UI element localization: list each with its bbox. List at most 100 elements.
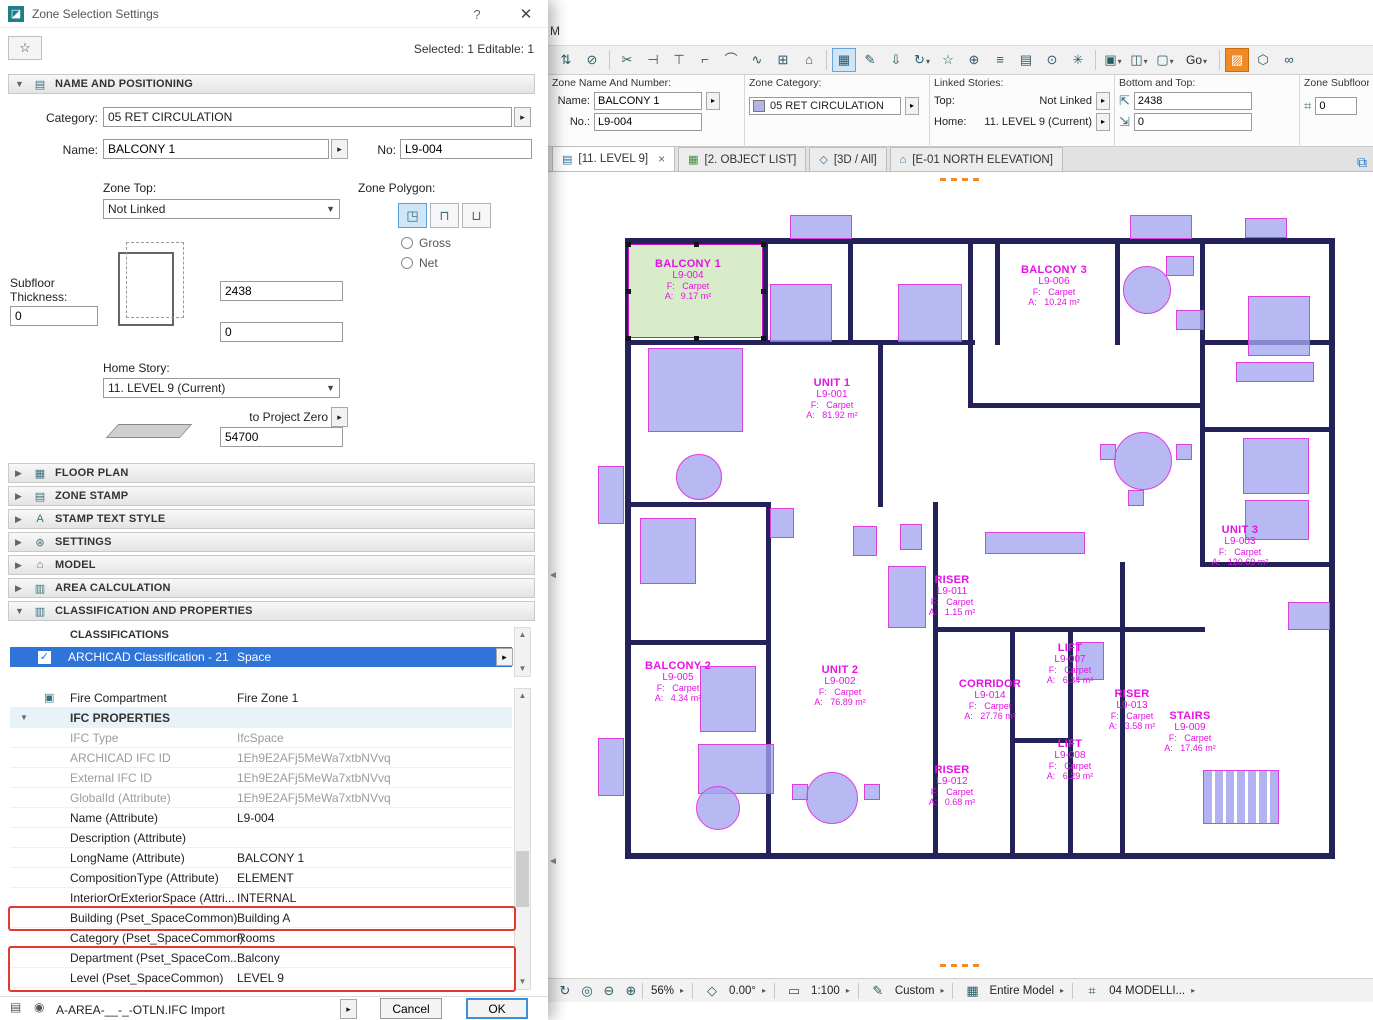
section-floor-plan[interactable]: ▶ ▦ FLOOR PLAN bbox=[8, 463, 535, 483]
section-classification-and-properties[interactable]: ▼ ▥ CLASSIFICATION AND PROPERTIES bbox=[8, 601, 535, 621]
ifc-properties-header[interactable]: ▼ IFC PROPERTIES bbox=[10, 708, 512, 728]
zone-stamp-l9-006[interactable]: BALCONY 3 L9-006 F: Carpet A: 10.24 m² bbox=[998, 264, 1110, 307]
tab-2-object-list[interactable]: ▦ [2. OBJECT LIST] bbox=[678, 147, 806, 171]
tab-close-icon[interactable]: × bbox=[658, 152, 665, 166]
property-row-6[interactable]: LongName (Attribute) BALCONY 1 bbox=[10, 848, 512, 868]
zone-bottom-offset-input[interactable] bbox=[220, 322, 343, 342]
orientation-control[interactable]: ◇ 0.00°▸ bbox=[693, 983, 774, 999]
stretch-icon[interactable]: ⊞ bbox=[771, 48, 795, 72]
panel-collapse-handle[interactable]: ◄ bbox=[548, 856, 558, 867]
floor-plan-canvas[interactable]: ◄ ◄ BALCONY 1 L9-004 F: Carpet A: 9.17 m… bbox=[548, 172, 1373, 978]
zone-stamp-l9-008[interactable]: LIFT L9-008 F: Carpet A: 6.29 m² bbox=[1014, 738, 1126, 781]
classification-checkbox[interactable]: ✓ bbox=[38, 651, 51, 664]
zone-stamp-l9-011[interactable]: RISER L9-011 F: Carpet A: 1.15 m² bbox=[896, 574, 1008, 617]
align-icon[interactable]: ≡ bbox=[988, 48, 1012, 72]
hyperlink-icon[interactable]: ∞ bbox=[1277, 48, 1301, 72]
zone-stamp-l9-003[interactable]: UNIT 3 L9-003 F: Carpet A: 120.69 m² bbox=[1184, 524, 1296, 567]
quick-options-icon[interactable]: ⧉ bbox=[1357, 154, 1367, 171]
infobox-home-link[interactable]: 11. LEVEL 9 (Current) bbox=[974, 116, 1092, 128]
zone-name-flyout-button[interactable]: ▸ bbox=[331, 139, 348, 159]
infobox-zone-name-input[interactable] bbox=[594, 92, 702, 110]
infobox-home-flyout-button[interactable]: ▸ bbox=[1096, 113, 1110, 131]
property-row-1[interactable]: ARCHICAD IFC ID 1Eh9E2AFj5MeWa7xtbNVvq bbox=[10, 748, 512, 768]
property-row-11[interactable]: Department (Pset_SpaceCom... Balcony bbox=[10, 948, 512, 968]
pen-set-control[interactable]: ✎ Custom▸ bbox=[859, 983, 953, 999]
intersect-icon[interactable]: ⌐ bbox=[693, 48, 717, 72]
zoom-tool-icon[interactable]: ◎ bbox=[576, 983, 598, 999]
property-row-3[interactable]: GlobalId (Attribute) 1Eh9E2AFj5MeWa7xtbN… bbox=[10, 788, 512, 808]
zone-polygon-top-button[interactable]: ⊓ bbox=[430, 203, 459, 228]
annotate-icon[interactable]: ⊙ bbox=[1040, 48, 1064, 72]
panel-collapse-handle[interactable]: ◄ bbox=[548, 570, 558, 581]
zone-stamp-l9-004[interactable]: BALCONY 1 L9-004 F: Carpet A: 9.17 m² bbox=[632, 258, 744, 301]
trace-reference-icon[interactable]: ▨ bbox=[1225, 48, 1249, 72]
selection-handle[interactable] bbox=[761, 242, 766, 247]
scroll-up-icon[interactable]: ▲ bbox=[515, 628, 530, 642]
zoom-in-icon[interactable]: ⊕ bbox=[620, 983, 642, 999]
marquee-selection-icon[interactable]: ▦ bbox=[832, 48, 856, 72]
section-name-and-positioning[interactable]: ▼ ▤ NAME AND POSITIONING bbox=[8, 74, 535, 94]
morph-icon[interactable]: ⌂ bbox=[797, 48, 821, 72]
cancel-button[interactable]: Cancel bbox=[380, 998, 442, 1019]
property-row-12[interactable]: Level (Pset_SpaceCommon) LEVEL 9 bbox=[10, 968, 512, 988]
zone-top-offset-input[interactable] bbox=[220, 281, 343, 301]
subfloor-thickness-input[interactable] bbox=[10, 306, 98, 326]
gross-radio-row[interactable]: Gross bbox=[401, 236, 451, 250]
property-row-9[interactable]: Building (Pset_SpaceCommon) Building A bbox=[10, 908, 512, 928]
category-combo[interactable]: 05 RET CIRCULATION bbox=[103, 107, 512, 127]
zone-stamp-l9-001[interactable]: UNIT 1 L9-001 F: Carpet A: 81.92 m² bbox=[776, 377, 888, 420]
selection-handle[interactable] bbox=[626, 289, 631, 294]
properties-scrollbar[interactable]: ▲ ▼ bbox=[514, 688, 531, 990]
zone-stamp-l9-009[interactable]: STAIRS L9-009 F: Carpet A: 17.46 m² bbox=[1134, 710, 1246, 753]
layout-book-icon[interactable]: ◫▾ bbox=[1127, 48, 1151, 72]
infobox-top-link[interactable]: Not Linked bbox=[974, 95, 1092, 107]
renumber-elements-icon[interactable]: ⇅ bbox=[554, 48, 578, 72]
tab-e-01-north-elevation[interactable]: ⌂ [E-01 NORTH ELEVATION] bbox=[890, 147, 1063, 171]
infobox-zone-number-input[interactable] bbox=[594, 113, 702, 131]
classification-flyout-button[interactable]: ▸ bbox=[496, 648, 513, 666]
element-info-icon[interactable]: ▤ bbox=[1014, 48, 1038, 72]
property-row-7[interactable]: CompositionType (Attribute) ELEMENT bbox=[10, 868, 512, 888]
inject-parameters-icon[interactable]: ⇩ bbox=[884, 48, 908, 72]
close-button[interactable]: ✕ bbox=[508, 2, 544, 26]
refresh-view-icon[interactable]: ↻ bbox=[554, 983, 576, 999]
property-row-fire-compartment[interactable]: ▣ Fire Compartment Fire Zone 1 bbox=[10, 688, 512, 708]
help-button[interactable]: ? bbox=[462, 2, 492, 26]
section-area-calculation[interactable]: ▶ ▥ AREA CALCULATION bbox=[8, 578, 535, 598]
property-row-2[interactable]: External IFC ID 1Eh9E2AFj5MeWa7xtbNVvq bbox=[10, 768, 512, 788]
property-row-4[interactable]: Name (Attribute) L9-004 bbox=[10, 808, 512, 828]
rotate-icon[interactable]: ↻▾ bbox=[910, 48, 934, 72]
property-row-10[interactable]: Category (Pset_SpaceCommon) Rooms bbox=[10, 928, 512, 948]
tab-11-level-9[interactable]: ▤ [11. LEVEL 9]× bbox=[552, 146, 675, 171]
zone-number-input[interactable] bbox=[400, 139, 532, 159]
selection-handle[interactable] bbox=[761, 336, 766, 341]
favorites-icon[interactable]: ☆ bbox=[936, 48, 960, 72]
section-settings[interactable]: ▶ ⊛ SETTINGS bbox=[8, 532, 535, 552]
zone-stamp-l9-007[interactable]: LIFT L9-007 F: Carpet A: 6.34 m² bbox=[1014, 642, 1126, 685]
zone-stamp-l9-012[interactable]: RISER L9-012 F: Carpet A: 0.68 m² bbox=[896, 764, 1008, 807]
infobox-top-offset-input[interactable] bbox=[1134, 92, 1252, 110]
scroll-thumb[interactable] bbox=[516, 851, 529, 907]
project-zero-flyout-button[interactable]: ▸ bbox=[331, 407, 348, 427]
infobox-subfloor-input[interactable] bbox=[1315, 97, 1357, 115]
zone-top-select[interactable]: Not Linked ▼ bbox=[103, 199, 340, 219]
property-row-0[interactable]: IFC Type IfcSpace bbox=[10, 728, 512, 748]
model-filter-control[interactable]: ▦ Entire Model▸ bbox=[953, 983, 1072, 999]
net-radio[interactable] bbox=[401, 257, 413, 269]
infobox-category-combo[interactable]: 05 RET CIRCULATION bbox=[749, 97, 901, 115]
infobox-category-flyout-button[interactable]: ▸ bbox=[905, 97, 919, 115]
trim-icon[interactable]: ⊤ bbox=[667, 48, 691, 72]
adjust-icon[interactable]: ⊣ bbox=[641, 48, 665, 72]
property-row-8[interactable]: InteriorOrExteriorSpace (Attri... INTERN… bbox=[10, 888, 512, 908]
infobox-bottom-offset-input[interactable] bbox=[1134, 113, 1252, 131]
gross-radio[interactable] bbox=[401, 237, 413, 249]
net-radio-row[interactable]: Net bbox=[401, 256, 438, 270]
show-on-stories-icon[interactable]: ▣▾ bbox=[1101, 48, 1125, 72]
3d-visualization-icon[interactable]: ⬡ bbox=[1251, 48, 1275, 72]
hidden-toolbar-marker[interactable] bbox=[940, 178, 982, 181]
scroll-up-icon[interactable]: ▲ bbox=[515, 689, 530, 703]
zoom-level-control[interactable]: 56%▸ bbox=[643, 985, 692, 997]
selection-handle[interactable] bbox=[626, 336, 631, 341]
selection-handle[interactable] bbox=[694, 336, 699, 341]
selection-handle[interactable] bbox=[761, 289, 766, 294]
